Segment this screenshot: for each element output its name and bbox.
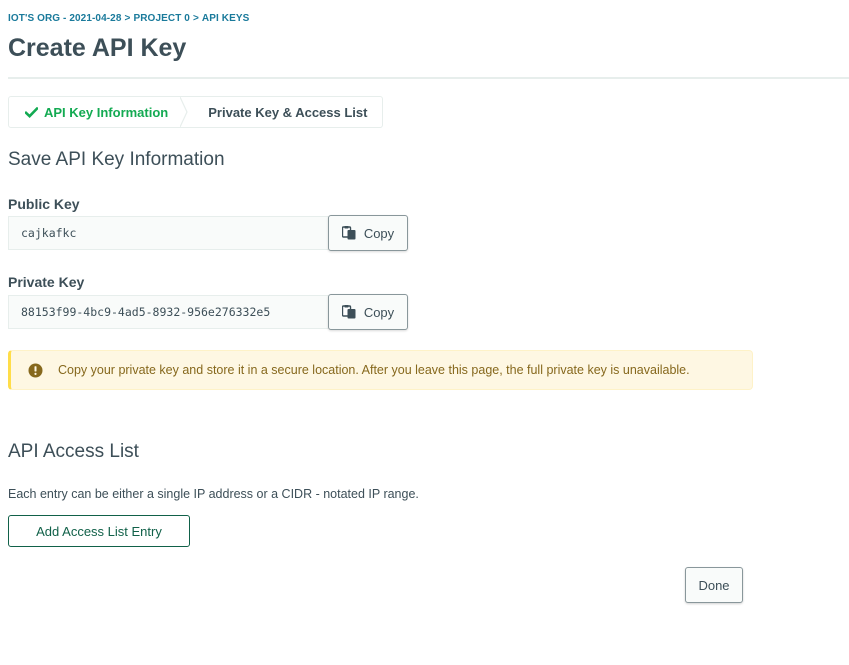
save-section-title: Save API Key Information bbox=[8, 149, 225, 170]
private-key-label: Private Key bbox=[8, 274, 85, 290]
add-access-list-entry-button[interactable]: Add Access List Entry bbox=[8, 515, 190, 547]
breadcrumb-separator: > bbox=[192, 13, 199, 24]
breadcrumb-org[interactable]: IOT'S ORG - 2021-04-28 bbox=[8, 13, 122, 24]
wizard-step-label: Private Key & Access List bbox=[208, 104, 368, 120]
copy-button-label: Copy bbox=[363, 225, 395, 241]
page-title: Create API Key bbox=[8, 34, 187, 62]
public-key-label: Public Key bbox=[8, 196, 80, 212]
copy-icon bbox=[341, 305, 357, 319]
warning-text: Copy your private key and store it in a … bbox=[58, 363, 690, 377]
wizard-step-private-key-access-list[interactable]: Private Key & Access List bbox=[188, 97, 382, 127]
checkmark-icon bbox=[25, 106, 38, 118]
private-key-field: 88153f99-4bc9-4ad5-8932-956e276332e5 bbox=[8, 295, 328, 329]
wizard-step-label: API Key Information bbox=[44, 104, 169, 120]
done-button[interactable]: Done bbox=[685, 567, 743, 603]
copy-public-key-button[interactable]: Copy bbox=[328, 215, 408, 251]
breadcrumb-project[interactable]: PROJECT 0 bbox=[133, 13, 189, 24]
breadcrumb-api-keys[interactable]: API KEYS bbox=[202, 13, 249, 24]
access-list-description: Each entry can be either a single IP add… bbox=[8, 487, 419, 501]
public-key-field: cajkafkc bbox=[8, 216, 328, 250]
title-divider bbox=[8, 77, 849, 79]
wizard-steps: API Key Information Private Key & Access… bbox=[8, 96, 384, 128]
create-api-key-page: IOT'S ORG - 2021-04-28 > PROJECT 0 > API KEY… bbox=[0, 0, 849, 665]
exclamation-circle-icon bbox=[28, 363, 43, 378]
copy-button-label: Copy bbox=[363, 304, 395, 320]
copy-private-key-button[interactable]: Copy bbox=[328, 294, 408, 330]
copy-icon bbox=[341, 226, 357, 240]
private-key-warning-banner: Copy your private key and store it in a … bbox=[8, 350, 753, 390]
breadcrumb-separator: > bbox=[124, 13, 131, 24]
breadcrumb: IOT'S ORG - 2021-04-28 > PROJECT 0 > API KEY… bbox=[8, 13, 249, 24]
access-list-title: API Access List bbox=[8, 441, 139, 462]
wizard-step-api-key-information[interactable]: API Key Information bbox=[9, 97, 180, 127]
wizard-step-divider bbox=[180, 97, 188, 127]
